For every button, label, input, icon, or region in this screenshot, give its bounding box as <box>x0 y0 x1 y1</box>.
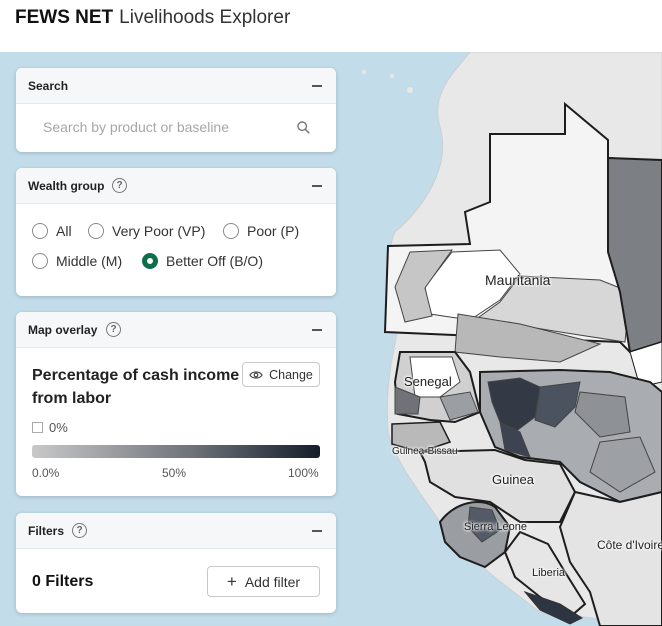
radio-better-off[interactable]: Better Off (B/O) <box>142 251 263 271</box>
wealth-group-title: Wealth group <box>28 179 105 193</box>
checkbox-label: 0% <box>49 420 68 435</box>
change-button-label: Change <box>269 367 313 382</box>
filters-header[interactable]: Filters ? <box>16 513 336 549</box>
radio-very-poor[interactable]: Very Poor (VP) <box>88 221 205 241</box>
radio-poor[interactable]: Poor (P) <box>223 221 299 241</box>
search-panel-title: Search <box>28 79 69 93</box>
filters-count: 0 Filters <box>32 573 94 590</box>
radio-label: Better Off (B/O) <box>166 253 263 269</box>
search-input[interactable] <box>28 112 324 142</box>
legend-tick-mid: 50% <box>162 466 187 480</box>
checkbox[interactable] <box>32 422 43 433</box>
help-icon[interactable]: ? <box>112 178 127 193</box>
eye-icon <box>249 370 263 379</box>
add-filter-button[interactable]: + Add filter <box>207 566 320 597</box>
map-label-sierra-leone: Sierra Leone <box>464 521 527 533</box>
app-title[interactable]: FEWS NET Livelihoods Explorer <box>15 7 290 29</box>
wealth-group-header[interactable]: Wealth group ? <box>16 168 336 204</box>
radio-button-selected[interactable] <box>142 253 158 269</box>
collapse-icon[interactable] <box>312 530 322 532</box>
help-icon[interactable]: ? <box>72 523 87 538</box>
map-overlay-panel: Map overlay ? Percentage of cash income … <box>16 312 336 496</box>
map-label-mauritania: Mauritania <box>485 272 551 288</box>
add-filter-label: Add filter <box>244 573 301 590</box>
filters-panel: Filters ? 0 Filters + Add filter <box>16 513 336 613</box>
zero-percent-toggle[interactable]: 0% <box>32 420 68 435</box>
filters-title: Filters <box>28 524 65 538</box>
brand-name: FEWS NET <box>15 7 114 28</box>
map-label-guinea-bissau: Guinea-Bissau <box>392 446 458 457</box>
map-label-cote-divoire: Côte d'Ivoire <box>597 538 662 552</box>
change-overlay-button[interactable]: Change <box>242 362 320 387</box>
map-overlay-title: Map overlay <box>28 323 98 337</box>
map-label-liberia: Liberia <box>532 567 566 579</box>
radio-middle[interactable]: Middle (M) <box>32 251 122 271</box>
legend-gradient <box>32 445 320 458</box>
search-panel: Search <box>16 68 336 152</box>
overlay-name: Percentage of cash income from labor <box>32 367 240 407</box>
radio-all[interactable]: All <box>32 221 72 241</box>
radio-button[interactable] <box>32 253 48 269</box>
plus-icon: + <box>226 571 237 591</box>
search-panel-header[interactable]: Search <box>16 68 336 104</box>
app-header: FEWS NET Livelihoods Explorer <box>0 0 662 52</box>
collapse-icon[interactable] <box>312 185 322 187</box>
radio-label: Middle (M) <box>56 253 123 269</box>
search-icon[interactable] <box>297 121 310 134</box>
legend-tick-min: 0.0% <box>32 466 60 480</box>
map-label-senegal: Senegal <box>404 374 452 389</box>
collapse-icon[interactable] <box>312 85 322 87</box>
wealth-group-panel: Wealth group ? All Very Poor (VP) Poor (… <box>16 168 336 296</box>
radio-label: Poor (P) <box>247 223 300 239</box>
radio-button[interactable] <box>88 223 104 239</box>
map-label-guinea: Guinea <box>492 472 534 487</box>
search-row <box>16 104 336 152</box>
help-icon[interactable]: ? <box>106 322 121 337</box>
map-overlay-header[interactable]: Map overlay ? <box>16 312 336 348</box>
brand-subtitle: Livelihoods Explorer <box>119 7 291 28</box>
collapse-icon[interactable] <box>312 329 322 331</box>
legend-tick-max: 100% <box>288 466 319 480</box>
radio-label: Very Poor (VP) <box>112 223 206 239</box>
radio-button[interactable] <box>32 223 48 239</box>
radio-label: All <box>56 223 72 239</box>
radio-button[interactable] <box>223 223 239 239</box>
